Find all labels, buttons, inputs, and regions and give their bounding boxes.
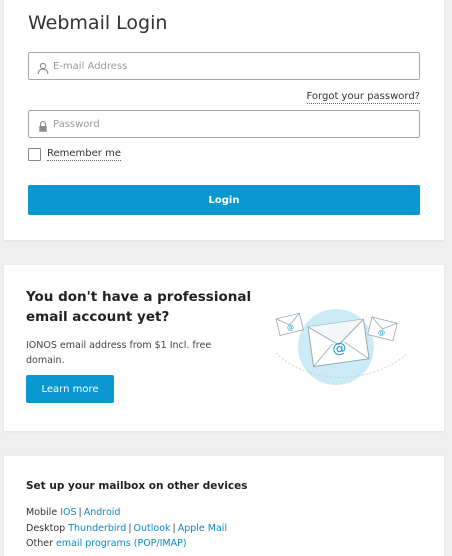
mobile-row: Mobile IOS | Android xyxy=(26,505,227,521)
ios-link[interactable]: IOS xyxy=(60,507,76,518)
envelope-illustration: @ @ @ xyxy=(266,305,416,395)
separator: | xyxy=(172,522,176,534)
promo-card: You don't have a professional email acco… xyxy=(4,265,444,431)
remember-me[interactable]: Remember me xyxy=(28,148,121,161)
apple-mail-link[interactable]: Apple Mail xyxy=(178,523,227,534)
other-label: Other xyxy=(26,538,53,549)
email-input[interactable] xyxy=(53,53,413,79)
login-card: Webmail Login Forgot your password? Reme… xyxy=(4,0,444,240)
remember-me-checkbox[interactable] xyxy=(28,148,41,161)
separator: | xyxy=(78,507,82,518)
separator: | xyxy=(128,522,132,534)
email-programs-link[interactable]: email programs (POP/IMAP) xyxy=(56,538,187,549)
other-row: Other email programs (POP/IMAP) xyxy=(26,536,227,552)
lock-icon xyxy=(37,118,49,132)
forgot-password-link[interactable]: Forgot your password? xyxy=(306,91,420,104)
mobile-label: Mobile xyxy=(26,507,58,518)
android-link[interactable]: Android xyxy=(84,507,121,518)
desktop-row: Desktop Thunderbird | Outlook | Apple Mail xyxy=(26,521,227,537)
promo-text: IONOS email address from $1 Incl. free d… xyxy=(26,340,212,366)
learn-more-button[interactable]: Learn more xyxy=(26,375,114,403)
user-icon xyxy=(37,60,49,75)
promo-title: You don't have a professional email acco… xyxy=(26,289,252,325)
devices-title: Set up your mailbox on other devices xyxy=(26,480,248,492)
devices-card: Set up your mailbox on other devices Mob… xyxy=(4,456,444,556)
outlook-link[interactable]: Outlook xyxy=(134,523,171,534)
desktop-label: Desktop xyxy=(26,522,66,534)
thunderbird-link[interactable]: Thunderbird xyxy=(68,523,126,534)
password-input[interactable] xyxy=(53,111,413,137)
devices-list: Mobile IOS | Android Desktop Thunderbird | O… xyxy=(26,505,227,552)
email-field[interactable] xyxy=(28,52,420,80)
svg-text:@: @ xyxy=(331,340,347,358)
login-title: Webmail Login xyxy=(28,12,168,34)
password-field[interactable] xyxy=(28,110,420,138)
login-button[interactable]: Login xyxy=(28,185,420,215)
remember-me-label[interactable]: Remember me xyxy=(47,148,121,161)
